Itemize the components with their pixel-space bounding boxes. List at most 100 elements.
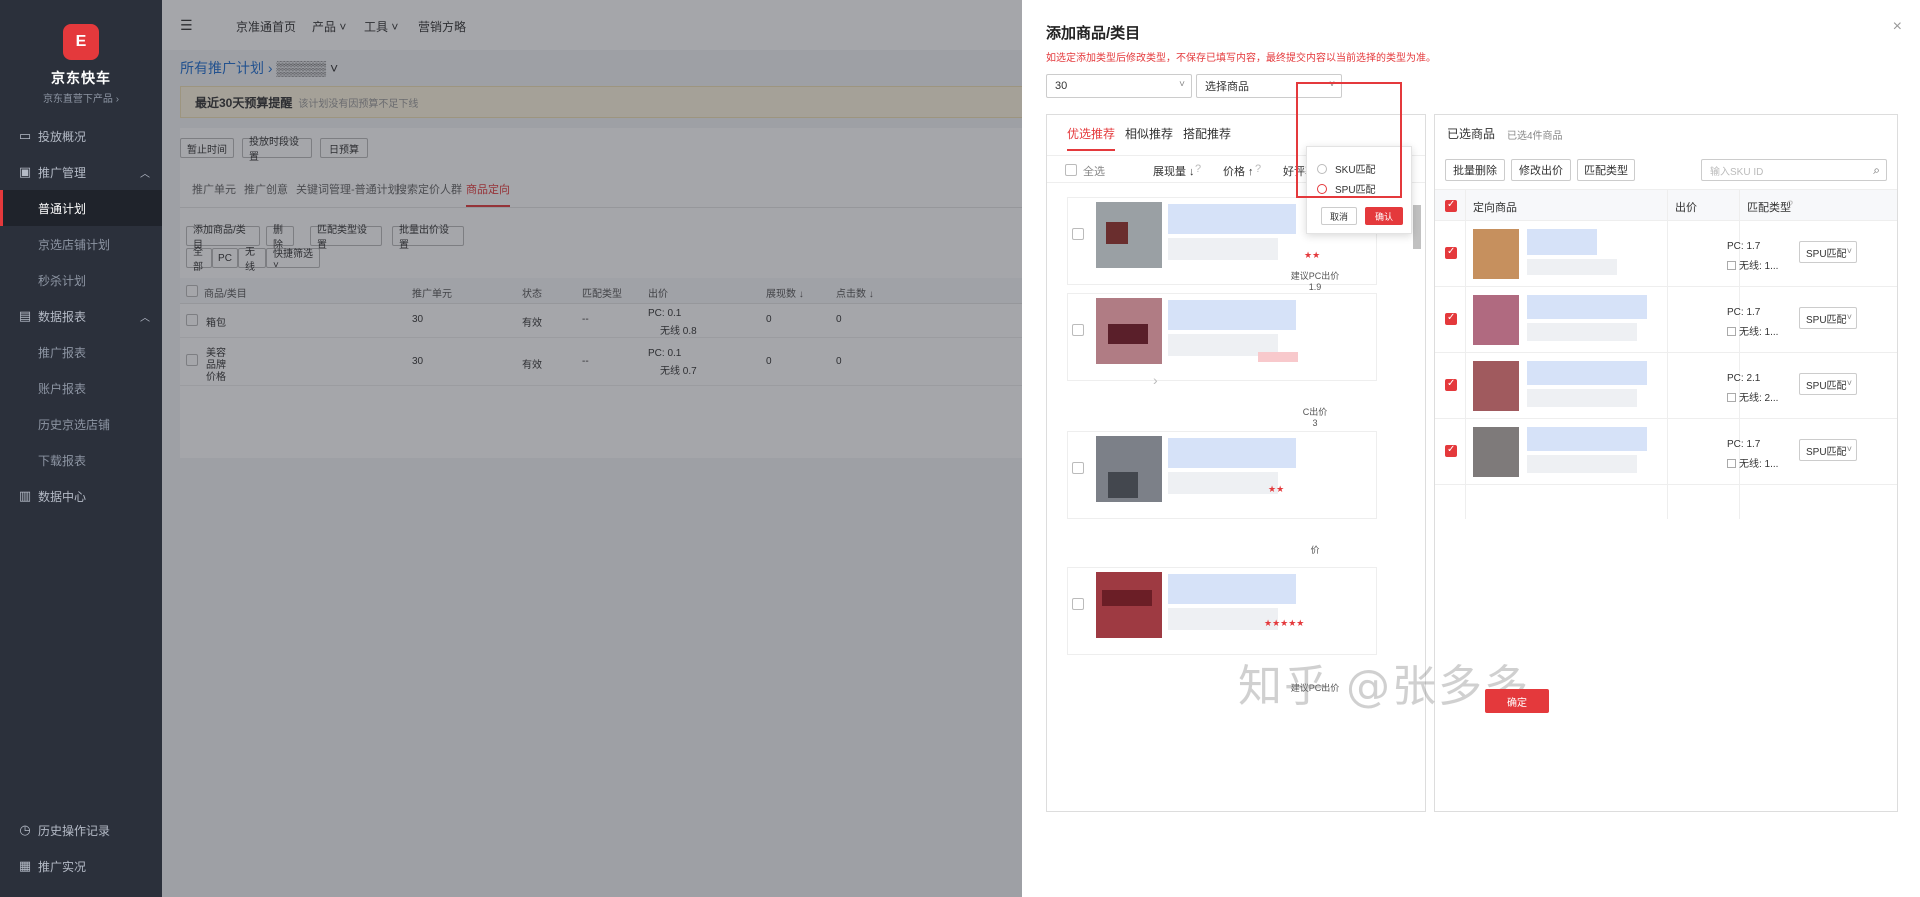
row-checkbox[interactable] bbox=[1445, 312, 1457, 325]
product-title-blur bbox=[1527, 295, 1647, 319]
close-icon[interactable]: × bbox=[1893, 18, 1902, 36]
suggest-bid: C出价 3 bbox=[1302, 407, 1328, 428]
product-title-blur bbox=[1168, 438, 1296, 468]
modal-overlay[interactable] bbox=[162, 0, 1022, 897]
sidebar-item-label: 历史京选店铺 bbox=[38, 417, 111, 432]
brand-name: 京东快车 bbox=[51, 70, 111, 86]
popover-confirm-button[interactable]: 确认 bbox=[1365, 207, 1403, 225]
sidebar-item-promo-report[interactable]: 推广报表 bbox=[0, 334, 162, 370]
search-placeholder: 输入SKU ID bbox=[1710, 166, 1764, 178]
unit-select-value: 30 bbox=[1055, 80, 1068, 92]
product-image-part bbox=[1108, 472, 1138, 498]
chevron-down-icon: ˅ bbox=[1846, 312, 1852, 322]
sidebar-item-label: 历史操作记录 bbox=[38, 823, 111, 838]
sidebar-item-shop-plan[interactable]: 京选店铺计划 bbox=[0, 226, 162, 262]
help-icon[interactable]: ? bbox=[1195, 163, 1201, 175]
unit-select[interactable]: 30 ˅ bbox=[1046, 74, 1192, 98]
suggest-bid: 建议PC出价 1.9 bbox=[1290, 271, 1340, 292]
row-match-select[interactable]: SPU匹配 ˅ bbox=[1799, 373, 1857, 395]
sidebar-item-label: 数据中心 bbox=[38, 489, 87, 504]
product-image bbox=[1473, 295, 1519, 345]
row-checkbox[interactable] bbox=[1445, 246, 1457, 259]
sku-search-input[interactable]: 输入SKU ID ⌕ bbox=[1701, 159, 1887, 181]
product-card[interactable]: ★★ bbox=[1067, 431, 1377, 519]
selected-row[interactable]: PC: 2.1 无线: 2... SPU匹配˅ bbox=[1435, 353, 1897, 419]
selected-row[interactable]: PC: 1.7 无线: 1... SPU匹配˅ bbox=[1435, 419, 1897, 485]
batch-delete-button[interactable]: 批量删除 bbox=[1445, 159, 1505, 181]
row-match-select[interactable]: SPU匹配 ˅ bbox=[1799, 439, 1857, 461]
product-price-blur bbox=[1168, 608, 1278, 630]
product-tag-blur bbox=[1258, 352, 1298, 362]
brand-sub[interactable]: 京东直营下产品 › bbox=[0, 90, 162, 105]
product-checkbox[interactable] bbox=[1072, 228, 1084, 240]
row-match-select[interactable]: SPU匹配 ˅ bbox=[1799, 307, 1857, 329]
select-all-checkbox[interactable] bbox=[1065, 164, 1077, 176]
sidebar-item-label: 京选店铺计划 bbox=[38, 237, 111, 252]
match-type-trigger[interactable]: 匹配类型 bbox=[1577, 159, 1635, 181]
sidebar-item-download-report[interactable]: 下载报表 bbox=[0, 442, 162, 478]
col-match-type: 匹配类型 bbox=[1747, 202, 1791, 214]
sidebar-item-data-center[interactable]: ▥ 数据中心 bbox=[0, 478, 162, 514]
product-checkbox[interactable] bbox=[1072, 324, 1084, 336]
sidebar-item-label: 秒杀计划 bbox=[38, 273, 87, 288]
scrollbar[interactable] bbox=[1411, 187, 1421, 807]
product-checkbox[interactable] bbox=[1072, 462, 1084, 474]
select-all-checkbox[interactable] bbox=[1445, 199, 1457, 212]
edit-bid-button[interactable]: 修改出价 bbox=[1511, 159, 1571, 181]
selected-title: 已选商品 bbox=[1447, 127, 1496, 141]
sidebar-item-overview[interactable]: ▭ 投放概况 bbox=[0, 118, 162, 154]
sidebar-item-promo-manage[interactable]: ▣ 推广管理 ︿ bbox=[0, 154, 162, 190]
search-icon[interactable]: ⌕ bbox=[1873, 163, 1880, 178]
product-price-blur bbox=[1527, 323, 1637, 341]
sidebar-item-label: 推广实况 bbox=[38, 859, 87, 874]
product-title-blur bbox=[1168, 204, 1296, 234]
product-price-blur bbox=[1527, 259, 1617, 275]
help-icon[interactable]: ? bbox=[1255, 163, 1261, 175]
tab-matching[interactable]: 搭配推荐 bbox=[1183, 125, 1231, 142]
sidebar-item-live[interactable]: ▦ 推广实况 bbox=[0, 848, 162, 884]
product-image bbox=[1473, 229, 1519, 279]
sidebar-item-seckill-plan[interactable]: 秒杀计划 bbox=[0, 262, 162, 298]
product-price-blur bbox=[1168, 472, 1278, 494]
row-bid-pc: PC: 2.1 bbox=[1727, 373, 1761, 384]
app-root: E 京东快车 京东直营下产品 › ▭ 投放概况 ▣ 推广管理 ︿ 普通计划 京选… bbox=[0, 0, 1920, 897]
product-image-part bbox=[1108, 324, 1148, 344]
confirm-button[interactable]: 确定 bbox=[1485, 689, 1549, 713]
sidebar-item-normal-plan[interactable]: 普通计划 bbox=[0, 190, 162, 226]
row-bid-pc: PC: 1.7 bbox=[1727, 439, 1761, 450]
selected-row[interactable]: PC: 1.7 无线: 1... SPU匹配˅ bbox=[1435, 287, 1897, 353]
report-icon: ▤ bbox=[18, 308, 32, 323]
product-checkbox[interactable] bbox=[1072, 598, 1084, 610]
row-bid-wireless: 无线: 2... bbox=[1727, 389, 1778, 404]
sidebar-item-account-report[interactable]: 账户报表 bbox=[0, 370, 162, 406]
tab-preferred[interactable]: 优选推荐 bbox=[1067, 125, 1116, 151]
sort-impressions[interactable]: 展现量 ↓ bbox=[1153, 163, 1195, 179]
product-card[interactable] bbox=[1067, 293, 1377, 381]
tab-similar[interactable]: 相似推荐 bbox=[1125, 125, 1173, 142]
col-bid: 出价 bbox=[1675, 202, 1697, 214]
product-title-blur bbox=[1168, 300, 1296, 330]
row-match-select[interactable]: SPU匹配 ˅ bbox=[1799, 241, 1857, 263]
product-rating: ★★★★★ bbox=[1264, 618, 1305, 628]
row-bid-wireless: 无线: 1... bbox=[1727, 455, 1778, 470]
sidebar-item-history-shop[interactable]: 历史京选店铺 bbox=[0, 406, 162, 442]
chevron-down-icon: ˅ bbox=[1179, 79, 1185, 90]
sort-price[interactable]: 价格 ↑ bbox=[1223, 163, 1254, 179]
drawer-title: 添加商品/类目 bbox=[1046, 25, 1141, 42]
product-rating: ★★ bbox=[1304, 250, 1321, 260]
row-checkbox[interactable] bbox=[1445, 378, 1457, 391]
product-card[interactable]: ★★★★★ bbox=[1067, 567, 1377, 655]
row-bid-pc: PC: 1.7 bbox=[1727, 241, 1761, 252]
transfer-arrow-icon[interactable]: › bbox=[1153, 372, 1158, 388]
add-product-drawer: 添加商品/类目 × 如选定添加类型后修改类型，不保存已填写内容，最终提交内容以当… bbox=[1022, 0, 1920, 897]
selected-row[interactable]: PC: 1.7 无线: 1... SPU匹配˅ bbox=[1435, 221, 1897, 287]
scrollbar-thumb[interactable] bbox=[1413, 205, 1421, 249]
logo-icon[interactable]: E bbox=[63, 24, 99, 60]
sidebar-item-label: 下载报表 bbox=[38, 453, 87, 468]
sidebar-item-reports[interactable]: ▤ 数据报表 ︿ bbox=[0, 298, 162, 334]
live-icon: ▦ bbox=[18, 858, 32, 873]
sidebar-item-history[interactable]: ◷ 历史操作记录 bbox=[0, 812, 162, 848]
row-checkbox[interactable] bbox=[1445, 444, 1457, 457]
popover-cancel-button[interactable]: 取消 bbox=[1321, 207, 1357, 225]
help-icon[interactable]: ? bbox=[1787, 199, 1793, 211]
